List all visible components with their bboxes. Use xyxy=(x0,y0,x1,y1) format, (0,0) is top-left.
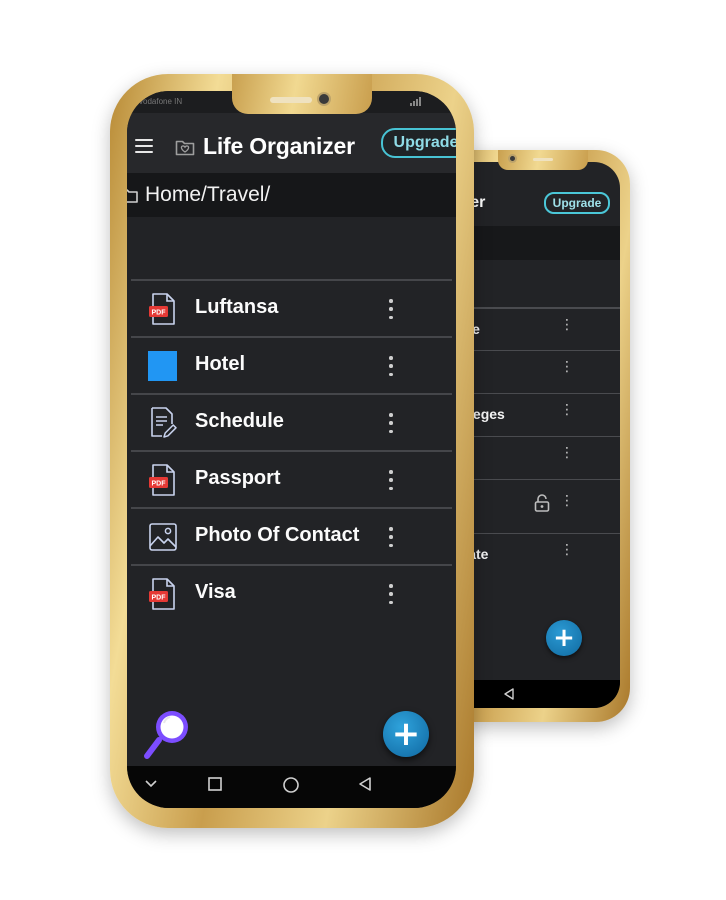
list-item[interactable]: Schedule xyxy=(131,393,452,450)
back-phone-speaker xyxy=(533,158,553,161)
more-vert-icon[interactable] xyxy=(381,468,401,492)
svg-text:PDF: PDF xyxy=(152,481,167,488)
more-vert-icon[interactable] xyxy=(381,525,401,549)
folder-outline-icon xyxy=(127,185,139,209)
clock: 5:3 xyxy=(443,96,456,106)
more-vert-icon[interactable]: ⋮ xyxy=(560,403,574,417)
document-edit-icon xyxy=(147,406,179,440)
app-title: Life Organizer xyxy=(203,133,355,159)
back-phone-camera xyxy=(508,154,517,163)
breadcrumb-path[interactable]: Home/Travel/ xyxy=(145,183,270,207)
folder-icon xyxy=(147,349,179,383)
more-vert-icon[interactable]: ⋮ xyxy=(560,318,574,332)
chevron-down-icon[interactable] xyxy=(143,776,159,792)
breadcrumb: Home/Travel/ xyxy=(127,173,456,217)
home-circle-icon[interactable] xyxy=(282,776,300,794)
svg-text:PDF: PDF xyxy=(152,310,167,317)
pdf-icon: PDF xyxy=(147,292,179,326)
file-list: PDF Luftansa Hotel Schedule PDF Passport… xyxy=(131,279,452,621)
back-add-button[interactable]: + xyxy=(546,620,582,656)
back-triangle-icon[interactable] xyxy=(357,776,373,792)
file-name: Photo Of Contact xyxy=(195,524,360,546)
front-phone-notch xyxy=(232,74,372,114)
front-phone-screen: vodafone IN 5:3 Life Organizer Upgrade H… xyxy=(127,91,456,808)
more-vert-icon[interactable]: ⋮ xyxy=(560,360,574,374)
pdf-icon: PDF xyxy=(147,577,179,611)
file-name: Luftansa xyxy=(195,296,279,318)
more-vert-icon[interactable]: ⋮ xyxy=(560,446,574,460)
carrier-label: vodafone IN xyxy=(139,97,183,106)
lock-icon xyxy=(534,494,550,516)
heart-folder-icon xyxy=(175,138,195,160)
file-name: Passport xyxy=(195,467,281,489)
more-vert-icon[interactable] xyxy=(381,582,401,606)
file-name: Hotel xyxy=(195,353,245,375)
more-vert-icon[interactable]: ⋮ xyxy=(560,494,574,508)
more-vert-icon[interactable] xyxy=(381,297,401,321)
more-vert-icon[interactable] xyxy=(381,411,401,435)
front-phone-speaker xyxy=(270,97,312,103)
image-icon xyxy=(147,520,179,554)
list-item[interactable]: PDF Luftansa xyxy=(131,279,452,336)
menu-icon[interactable] xyxy=(135,139,153,153)
list-item[interactable]: PDF Passport xyxy=(131,450,452,507)
back-triangle-icon[interactable] xyxy=(502,687,516,701)
more-vert-icon[interactable] xyxy=(381,354,401,378)
file-name: Schedule xyxy=(195,410,284,432)
front-phone-camera xyxy=(317,92,331,106)
signal-icon xyxy=(410,97,421,106)
back-upgrade-button[interactable]: Upgrade xyxy=(544,192,610,214)
list-item[interactable]: Photo Of Contact xyxy=(131,507,452,564)
more-vert-icon[interactable]: ⋮ xyxy=(560,543,574,557)
front-phone: vodafone IN 5:3 Life Organizer Upgrade H… xyxy=(110,74,474,828)
file-name: Visa xyxy=(195,581,236,603)
upgrade-button[interactable]: Upgrade xyxy=(381,128,456,158)
app-bar: Life Organizer Upgrade xyxy=(127,113,456,173)
pdf-icon: PDF xyxy=(147,463,179,497)
list-item[interactable]: PDF Visa xyxy=(131,564,452,621)
recent-apps-icon[interactable] xyxy=(207,776,223,792)
system-navbar xyxy=(127,766,456,808)
svg-text:PDF: PDF xyxy=(152,595,167,602)
add-button[interactable]: + xyxy=(383,711,429,757)
magnifier-icon[interactable] xyxy=(143,707,193,763)
list-item[interactable]: Hotel xyxy=(131,336,452,393)
